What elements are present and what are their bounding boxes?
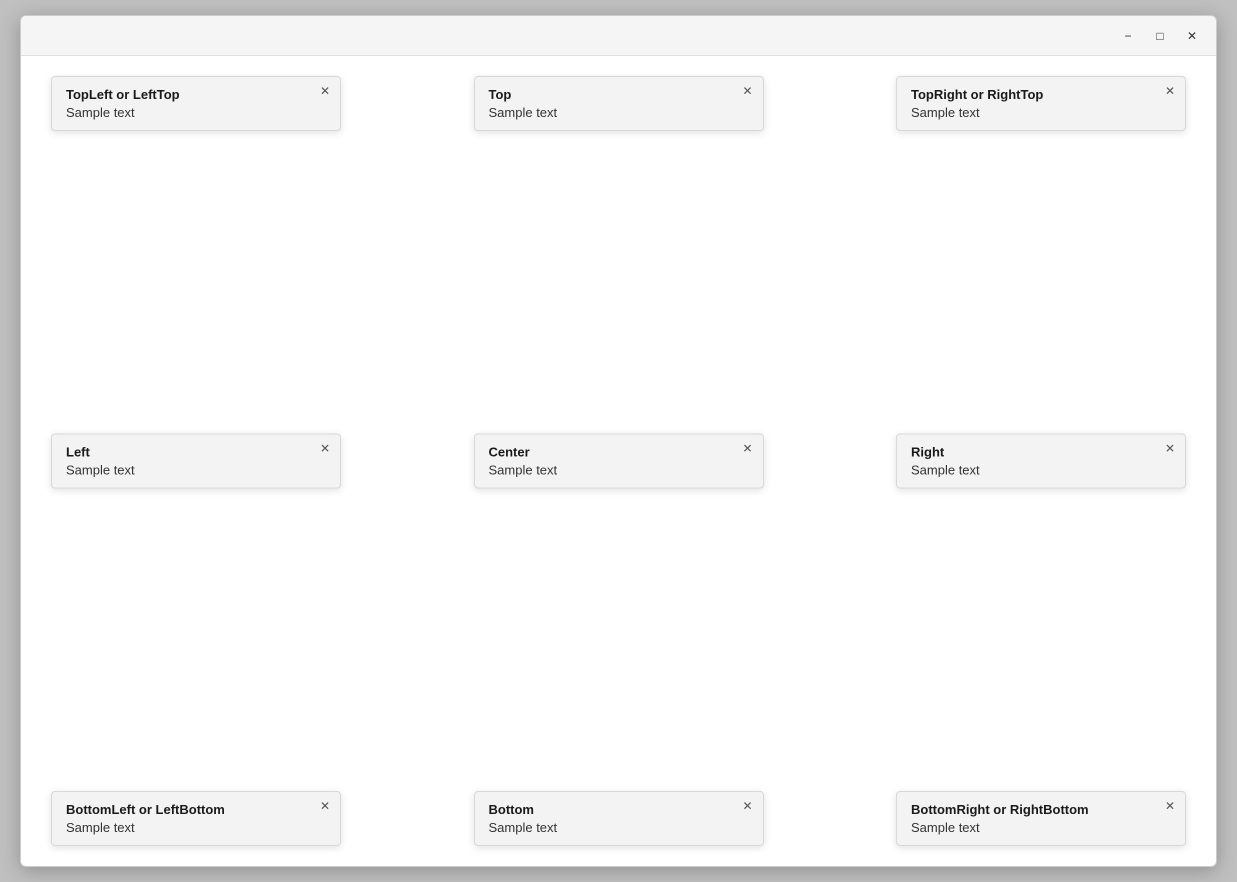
toast-left: Left Sample text ✕ [51,434,341,489]
content-area: TopLeft or LeftTop Sample text ✕ Top Sam… [21,56,1216,866]
toast-top: Top Sample text ✕ [474,76,764,131]
toast-left-body: Sample text [66,463,304,478]
toast-left-title: Left [66,445,304,460]
toast-right: Right Sample text ✕ [896,434,1186,489]
toast-right-close[interactable]: ✕ [1165,443,1175,455]
toast-center-title: Center [489,445,727,460]
toast-bottom: Bottom Sample text ✕ [474,791,764,846]
toast-topright-body: Sample text [911,105,1149,120]
toast-bottomleft-title: BottomLeft or LeftBottom [66,802,304,817]
toast-center: Center Sample text ✕ [474,434,764,489]
toast-bottomleft-close[interactable]: ✕ [320,800,330,812]
toast-right-title: Right [911,445,1149,460]
toast-bottomright: BottomRight or RightBottom Sample text ✕ [896,791,1186,846]
main-window: − □ ✕ TopLeft or LeftTop Sample text ✕ T… [20,15,1217,867]
toast-topleft-close[interactable]: ✕ [320,85,330,97]
titlebar: − □ ✕ [21,16,1216,56]
toast-top-title: Top [489,87,727,102]
toast-center-close[interactable]: ✕ [742,443,752,455]
close-button[interactable]: ✕ [1176,22,1208,50]
toast-bottomleft: BottomLeft or LeftBottom Sample text ✕ [51,791,341,846]
toast-top-body: Sample text [489,105,727,120]
toast-bottom-title: Bottom [489,802,727,817]
toast-topleft: TopLeft or LeftTop Sample text ✕ [51,76,341,131]
toast-bottomright-body: Sample text [911,820,1149,835]
toast-bottomright-close[interactable]: ✕ [1165,800,1175,812]
toast-center-body: Sample text [489,463,727,478]
maximize-button[interactable]: □ [1144,22,1176,50]
toast-bottom-close[interactable]: ✕ [742,800,752,812]
toast-topright: TopRight or RightTop Sample text ✕ [896,76,1186,131]
toast-bottom-body: Sample text [489,820,727,835]
toast-topright-close[interactable]: ✕ [1165,85,1175,97]
toast-bottomleft-body: Sample text [66,820,304,835]
toast-bottomright-title: BottomRight or RightBottom [911,802,1149,817]
toast-top-close[interactable]: ✕ [742,85,752,97]
toast-topleft-title: TopLeft or LeftTop [66,87,304,102]
toast-topright-title: TopRight or RightTop [911,87,1149,102]
minimize-button[interactable]: − [1112,22,1144,50]
toast-right-body: Sample text [911,463,1149,478]
toast-topleft-body: Sample text [66,105,304,120]
toast-left-close[interactable]: ✕ [320,443,330,455]
